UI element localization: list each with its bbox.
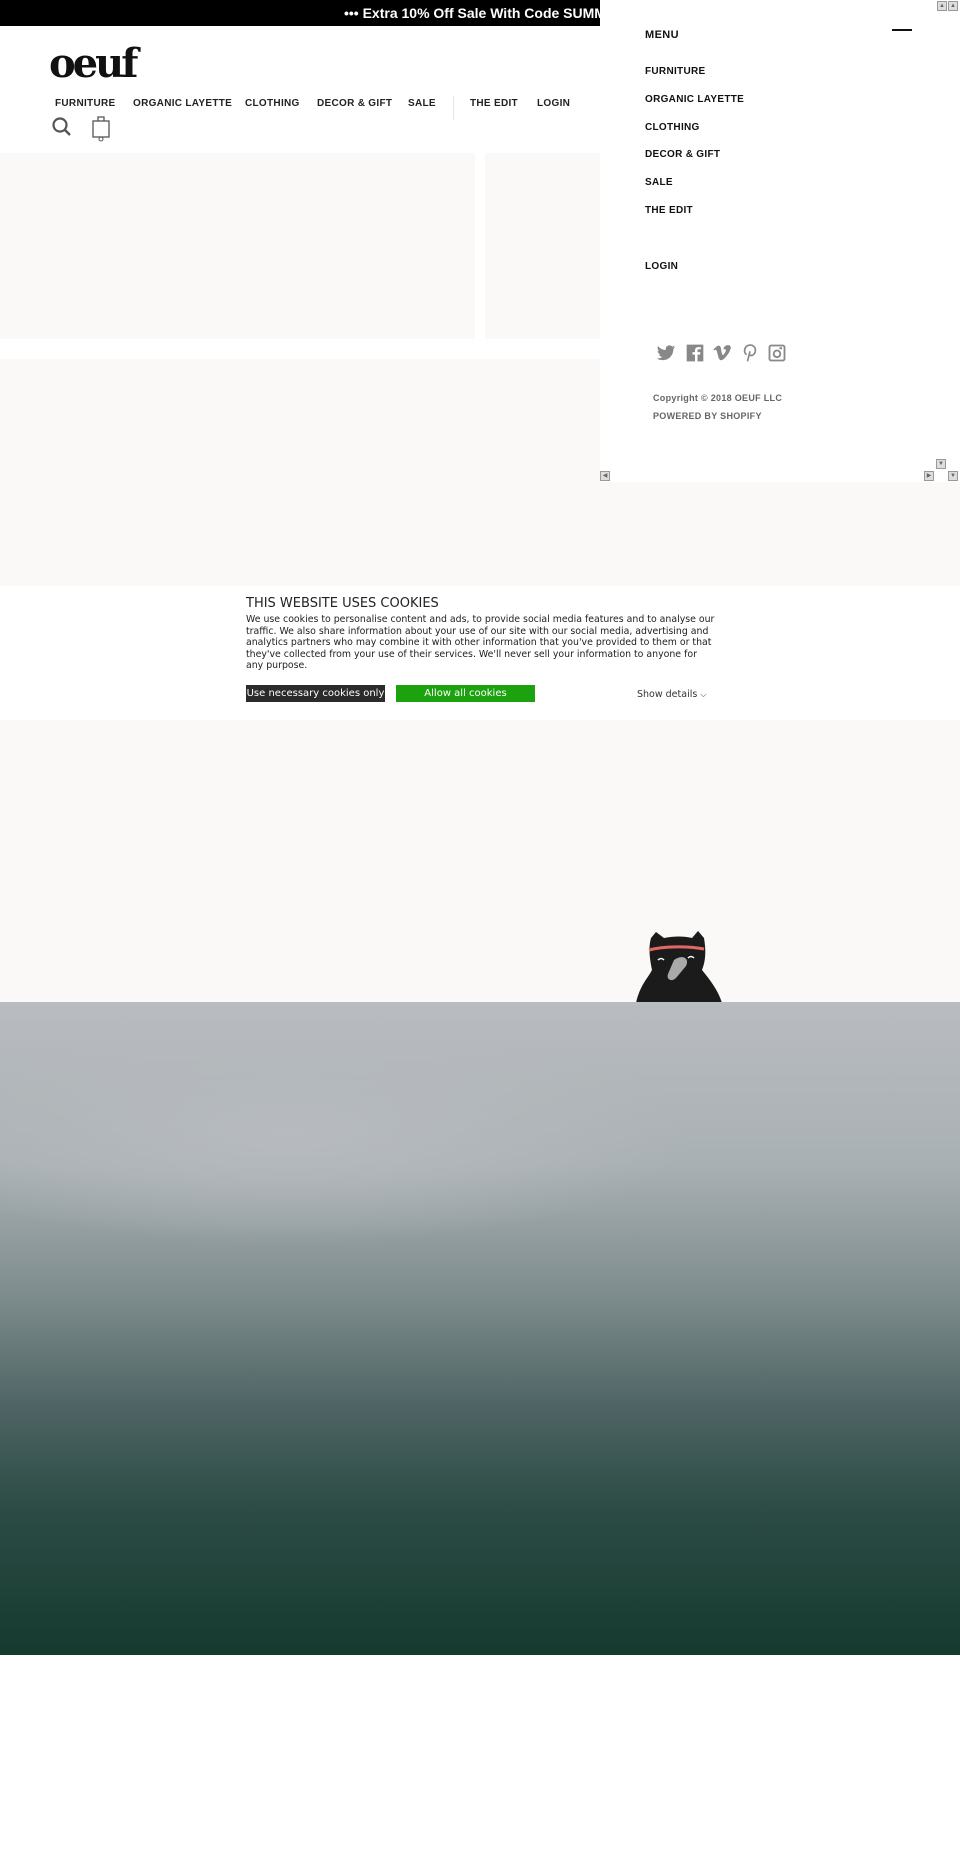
nav-organic-layette[interactable]: ORGANIC LAYETTE bbox=[133, 98, 232, 109]
menu-item-organic-layette[interactable]: ORGANIC LAYETTE bbox=[645, 94, 744, 105]
menu-title: MENU bbox=[645, 29, 679, 41]
use-necessary-cookies-button[interactable]: Use necessary cookies only bbox=[246, 685, 385, 702]
scroll-right-button[interactable]: ▶ bbox=[924, 471, 934, 481]
menu-item-the-edit[interactable]: THE EDIT bbox=[645, 205, 693, 216]
nav-the-edit[interactable]: THE EDIT bbox=[470, 98, 518, 109]
vimeo-icon[interactable] bbox=[712, 343, 732, 363]
close-menu-icon[interactable] bbox=[892, 29, 912, 31]
nav-decor-gift[interactable]: DECOR & GIFT bbox=[317, 98, 392, 109]
menu-item-clothing[interactable]: CLOTHING bbox=[645, 122, 700, 133]
scroll-left-button[interactable]: ◀ bbox=[600, 471, 610, 481]
show-details-link[interactable]: Show details ⌵ bbox=[637, 689, 706, 700]
show-details-label: Show details bbox=[637, 689, 698, 700]
hero-band bbox=[0, 720, 960, 1002]
header-band bbox=[0, 153, 475, 339]
scroll-up-button[interactable]: ▲ bbox=[948, 1, 958, 11]
allow-all-cookies-button[interactable]: Allow all cookies bbox=[396, 685, 535, 702]
search-icon[interactable] bbox=[52, 117, 72, 137]
scroll-down-button[interactable]: ▼ bbox=[936, 459, 946, 469]
promo-text: ••• Extra 10% Off Sale With Code SUMMER … bbox=[344, 5, 635, 21]
menu-item-furniture[interactable]: FURNITURE bbox=[645, 66, 705, 77]
content-band bbox=[0, 482, 960, 586]
nav-furniture[interactable]: FURNITURE bbox=[55, 98, 115, 109]
copyright: Copyright © 2018 OEUF LLC bbox=[653, 393, 783, 403]
nav-sale[interactable]: SALE bbox=[408, 98, 436, 109]
powered-by-shopify[interactable]: POWERED BY SHOPIFY bbox=[653, 411, 762, 421]
nav-login[interactable]: LOGIN bbox=[537, 98, 570, 109]
bear-mascot-illustration bbox=[636, 931, 722, 1003]
scroll-up-button[interactable]: ▲ bbox=[937, 1, 947, 11]
twitter-icon[interactable] bbox=[656, 343, 676, 363]
cookie-banner-text: We use cookies to personalise content an… bbox=[246, 614, 715, 672]
cookie-banner-title: THIS WEBSITE USES COOKIES bbox=[246, 596, 439, 611]
instagram-icon[interactable] bbox=[767, 343, 787, 363]
header-band-right bbox=[485, 153, 600, 339]
scroll-down-button[interactable]: ▼ bbox=[948, 471, 958, 481]
menu-drawer: MENU FURNITURE ORGANIC LAYETTE CLOTHING … bbox=[600, 0, 960, 482]
nav-divider bbox=[453, 96, 454, 120]
logo[interactable]: oeuf bbox=[49, 44, 138, 84]
nav-clothing[interactable]: CLOTHING bbox=[245, 98, 300, 109]
menu-item-decor-gift[interactable]: DECOR & GIFT bbox=[645, 149, 720, 160]
forest-hero-image bbox=[0, 1002, 960, 1655]
content-band bbox=[0, 359, 600, 482]
menu-item-login[interactable]: LOGIN bbox=[645, 261, 678, 272]
menu-item-sale[interactable]: SALE bbox=[645, 177, 673, 188]
facebook-icon[interactable] bbox=[685, 343, 705, 363]
pinterest-icon[interactable] bbox=[740, 343, 760, 363]
shopping-bag-icon[interactable] bbox=[91, 114, 111, 142]
chevron-down-icon: ⌵ bbox=[700, 690, 707, 699]
